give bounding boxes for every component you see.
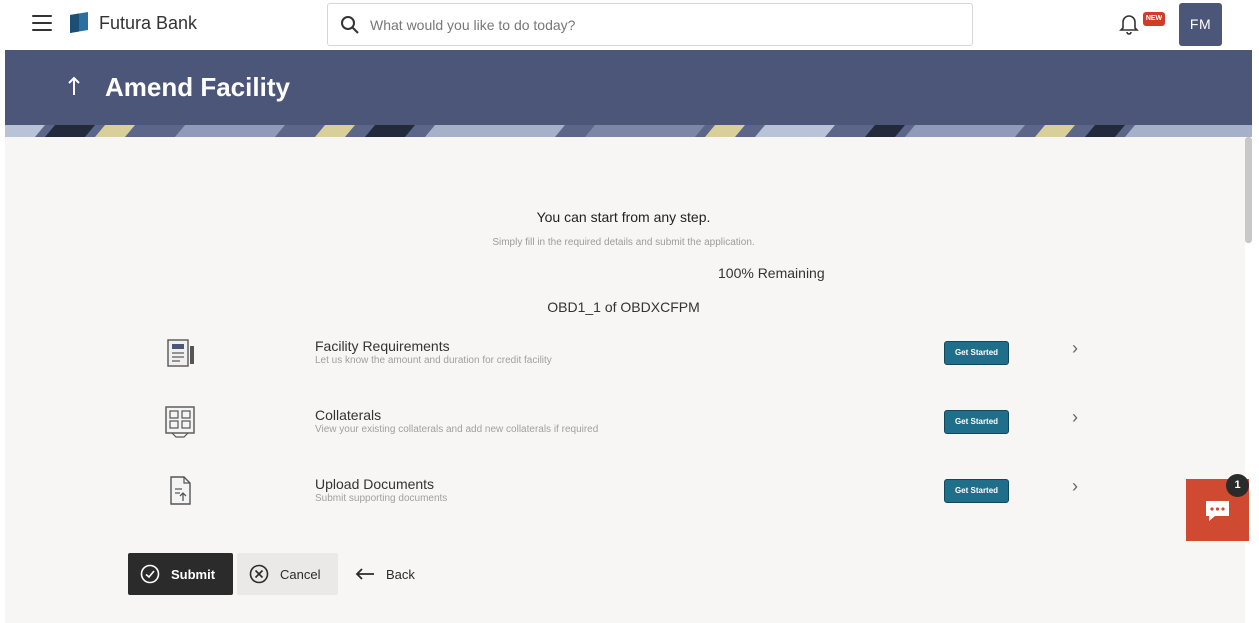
step-description: Let us know the amount and duration for … xyxy=(315,355,552,366)
intro-subtitle: Simply fill in the required details and … xyxy=(492,237,755,248)
intro-title: You can start from any step. xyxy=(536,209,711,225)
close-circle-icon xyxy=(249,564,269,584)
back-arrow-up-icon[interactable] xyxy=(67,75,81,99)
step-title: Collaterals xyxy=(315,407,382,423)
search-bar[interactable] xyxy=(327,3,973,46)
cancel-button[interactable]: Cancel xyxy=(237,553,338,595)
arrow-left-icon xyxy=(355,568,374,580)
step-description: Submit supporting documents xyxy=(315,493,448,504)
cancel-label: Cancel xyxy=(280,567,321,582)
get-started-button[interactable]: Get Started xyxy=(944,341,1009,365)
back-label: Back xyxy=(386,567,415,582)
submit-button[interactable]: Submit xyxy=(128,553,233,595)
get-started-button[interactable]: Get Started xyxy=(944,410,1009,434)
page-header: Amend Facility xyxy=(5,50,1252,125)
header-pattern xyxy=(5,125,1252,137)
step-description: View your existing collaterals and add n… xyxy=(315,424,599,435)
page-title: Amend Facility xyxy=(105,72,290,102)
step-upload-documents[interactable]: Upload Documents Submit supporting docum… xyxy=(150,472,1100,522)
check-circle-icon xyxy=(140,564,160,584)
submit-label: Submit xyxy=(171,567,216,582)
step-title: Upload Documents xyxy=(315,476,435,492)
search-input[interactable] xyxy=(370,13,950,37)
chevron-right-icon[interactable]: › xyxy=(1072,407,1078,428)
top-bar: Futura Bank NEW FM xyxy=(0,0,1259,50)
bank-logo-icon xyxy=(70,12,88,33)
hamburger-menu-icon[interactable] xyxy=(32,15,52,31)
collateral-icon xyxy=(165,406,195,438)
brand-name: Futura Bank xyxy=(99,13,198,33)
notification-badge: NEW xyxy=(1143,12,1165,26)
get-started-button[interactable]: Get Started xyxy=(944,479,1009,503)
chevron-right-icon[interactable]: › xyxy=(1072,338,1078,359)
scrollbar-thumb[interactable] xyxy=(1245,137,1252,243)
bell-icon[interactable] xyxy=(1118,13,1140,35)
chat-count-badge: 1 xyxy=(1226,474,1249,497)
progress-remaining: 100% Remaining xyxy=(718,265,825,281)
user-avatar[interactable]: FM xyxy=(1179,3,1222,46)
facility-document-icon xyxy=(167,339,194,367)
application-id: OBD1_1 of OBDXCFPM xyxy=(547,299,700,315)
back-button[interactable]: Back xyxy=(352,553,422,595)
step-facility-requirements[interactable]: Facility Requirements Let us know the am… xyxy=(150,334,1100,384)
upload-document-icon xyxy=(170,476,191,505)
step-title: Facility Requirements xyxy=(315,338,450,354)
search-icon xyxy=(341,16,359,34)
chevron-right-icon[interactable]: › xyxy=(1072,476,1078,497)
step-collaterals[interactable]: Collaterals View your existing collatera… xyxy=(150,403,1100,453)
